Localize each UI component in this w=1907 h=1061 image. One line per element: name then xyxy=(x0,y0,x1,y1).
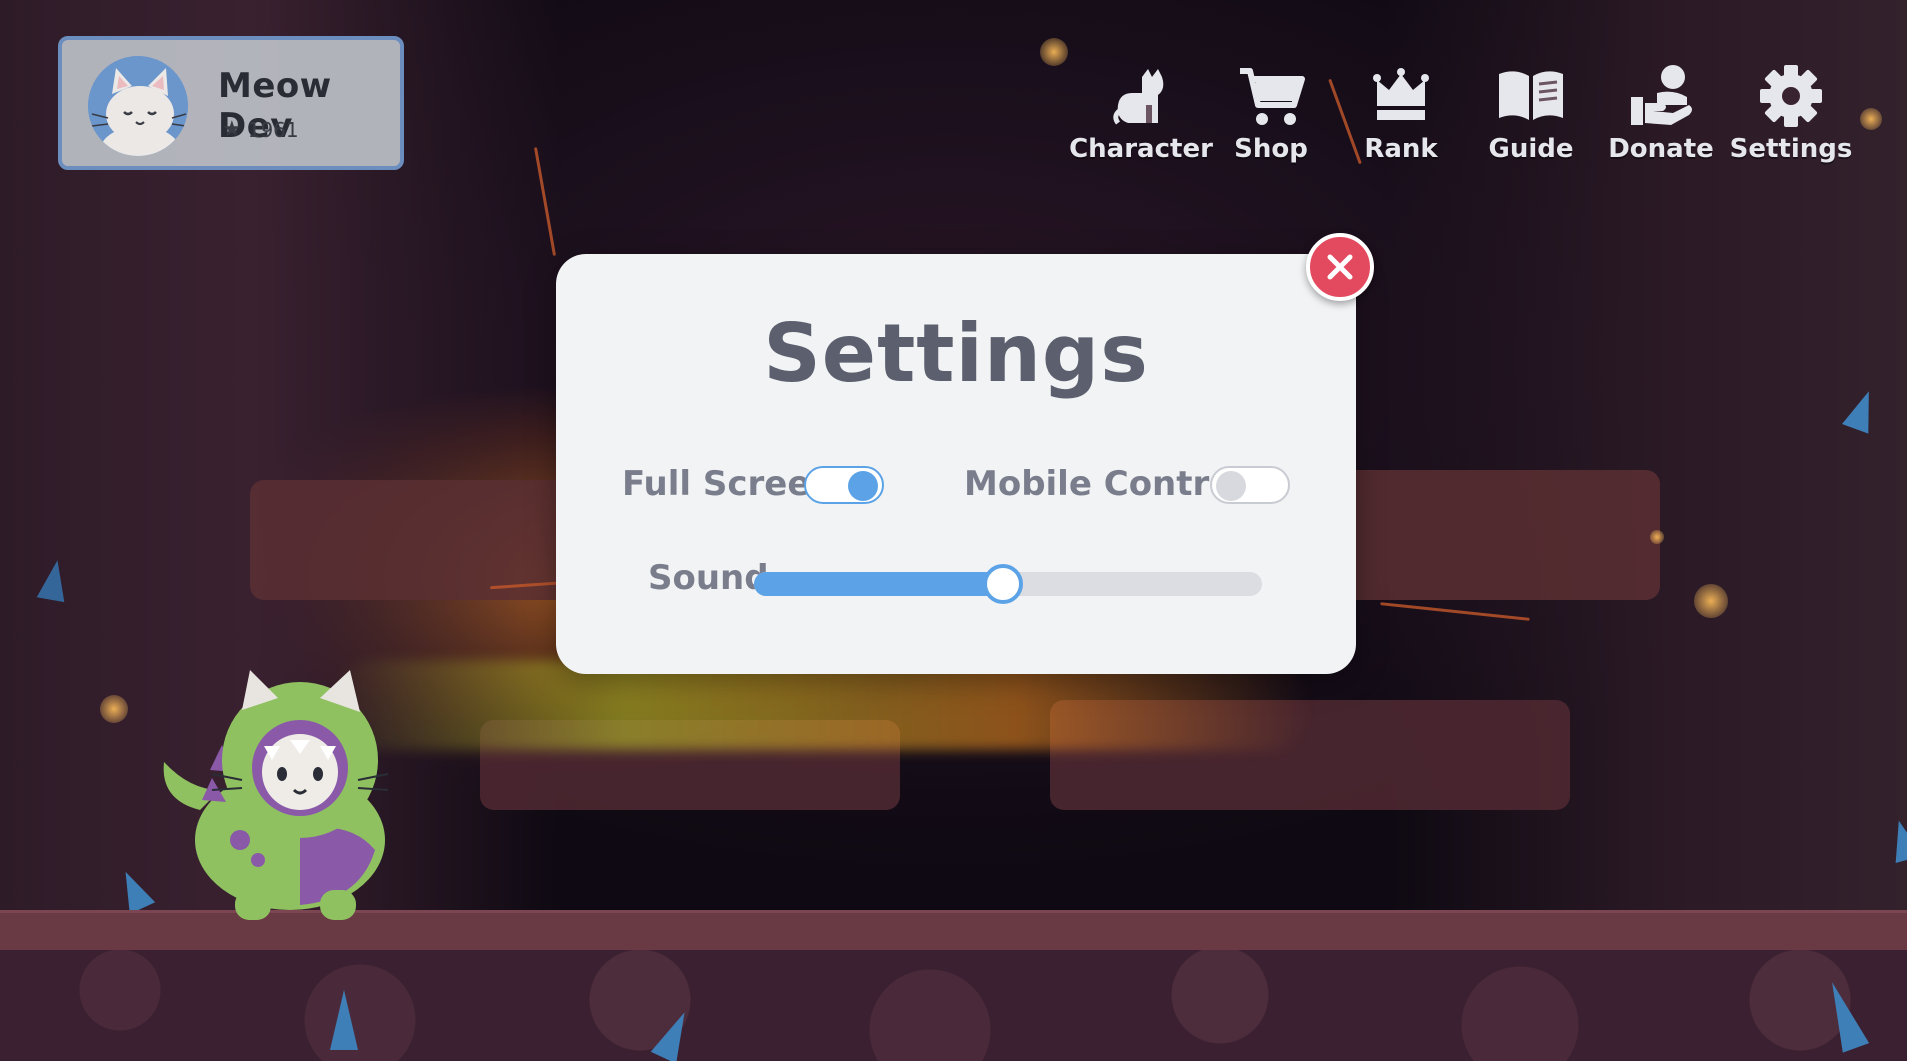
mobile-control-toggle[interactable] xyxy=(1210,466,1290,504)
ember-particle xyxy=(1860,108,1882,130)
player-cat-character xyxy=(150,650,420,920)
full-screen-toggle[interactable] xyxy=(804,466,884,504)
nav-character-label: Character xyxy=(1069,134,1213,164)
nav-donate-button[interactable]: Donate xyxy=(1605,60,1717,180)
ground-floor xyxy=(0,950,1907,1061)
nav-guide-label: Guide xyxy=(1488,134,1574,164)
settings-title: Settings xyxy=(763,307,1149,400)
sound-label: Sound xyxy=(648,558,769,598)
mobile-control-label: Mobile Control xyxy=(964,464,1245,504)
nav-donate-label: Donate xyxy=(1608,134,1714,164)
donate-hand-icon xyxy=(1625,60,1697,132)
crown-icon xyxy=(1365,60,1437,132)
toggle-knob xyxy=(1216,471,1246,501)
sound-slider[interactable] xyxy=(754,564,1262,604)
white-cat-avatar-icon xyxy=(88,56,188,156)
full-screen-label: Full Screen xyxy=(622,464,835,504)
gear-icon xyxy=(1755,60,1827,132)
ember-particle xyxy=(1694,584,1728,618)
nav-guide-button[interactable]: Guide xyxy=(1475,60,1587,180)
ember-particle xyxy=(1040,38,1068,66)
sound-slider-thumb[interactable] xyxy=(982,564,1023,604)
close-settings-button[interactable] xyxy=(1306,233,1374,301)
nav-shop-label: Shop xyxy=(1234,134,1308,164)
ember-particle xyxy=(1650,530,1664,544)
blue-crystal xyxy=(1818,977,1870,1053)
blue-crystal xyxy=(330,990,358,1050)
settings-dialog: Settings Full Screen Mobile Control Soun… xyxy=(556,254,1356,674)
blue-crystal xyxy=(650,1006,698,1061)
nav-shop-button[interactable]: Shop xyxy=(1215,60,1327,180)
sound-slider-fill xyxy=(754,572,1017,596)
ember-particle xyxy=(100,695,128,723)
nav-settings-button[interactable]: Settings xyxy=(1730,60,1852,180)
nav-settings-label: Settings xyxy=(1729,134,1853,164)
close-icon xyxy=(1327,254,1353,280)
toggle-knob xyxy=(848,471,878,501)
game-screen: Meow Dev ★ 1961 Character Shop Rank Guid… xyxy=(0,0,1907,1061)
nav-rank-label: Rank xyxy=(1364,134,1438,164)
book-icon xyxy=(1495,60,1567,132)
cat-icon xyxy=(1105,60,1177,132)
nav-character-button[interactable]: Character xyxy=(1069,60,1213,180)
top-navigation: Character Shop Rank Guide Donate Setting… xyxy=(1069,60,1852,180)
player-score: ★ 1961 xyxy=(222,118,299,142)
star-trophy-icon: ★ xyxy=(222,117,242,142)
player-profile-card[interactable]: Meow Dev ★ 1961 xyxy=(58,36,404,170)
background-rock xyxy=(250,480,580,600)
nav-rank-button[interactable]: Rank xyxy=(1345,60,1457,180)
player-score-value: 1961 xyxy=(247,118,299,142)
shopping-cart-icon xyxy=(1235,60,1307,132)
